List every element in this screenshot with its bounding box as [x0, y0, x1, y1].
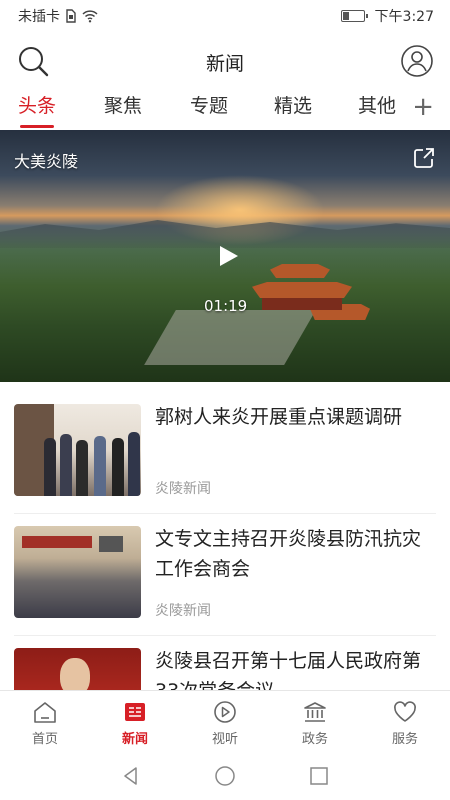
- tab-toutiao[interactable]: 头条: [18, 88, 56, 130]
- hero-temple: [250, 260, 370, 330]
- carrier-label: 未插卡: [18, 9, 60, 25]
- page-title: 新闻: [205, 52, 244, 75]
- nav-label: 首页: [31, 732, 58, 747]
- news-source: 炎陵新闻: [155, 603, 211, 619]
- news-icon: [125, 703, 145, 721]
- news-title: 文专文主持召开炎陵县防汛抗灾工作会商会: [155, 528, 422, 580]
- recents-icon[interactable]: [308, 765, 330, 787]
- category-tabs: 头条 聚焦 专题 精选 其他 +: [0, 88, 450, 130]
- search-icon[interactable]: [16, 44, 50, 78]
- nav-video[interactable]: 视听: [180, 691, 270, 752]
- video-duration: 01:19: [204, 297, 248, 315]
- nav-label: 新闻: [121, 732, 148, 747]
- tab-jingxuan[interactable]: 精选: [274, 88, 312, 130]
- status-left: 未插卡: [18, 6, 98, 26]
- government-icon: [304, 702, 326, 722]
- nav-label: 服务: [391, 732, 418, 747]
- bottom-nav: 首页 新闻 视听 政务 服务: [0, 690, 450, 752]
- news-thumbnail: [14, 404, 141, 496]
- home-icon: [34, 702, 56, 723]
- play-circle-icon: [214, 701, 236, 723]
- list-item[interactable]: 郭树人来炎开展重点课题调研 炎陵新闻: [14, 392, 436, 514]
- tab-qita[interactable]: 其他: [358, 88, 396, 130]
- back-icon[interactable]: [120, 765, 142, 787]
- hero-mountain-range: [0, 220, 450, 248]
- nav-news[interactable]: 新闻: [90, 691, 180, 752]
- hero-video[interactable]: 大美炎陵 01:19: [0, 130, 450, 382]
- home-circle-icon[interactable]: [214, 765, 236, 787]
- system-nav-bar: [0, 752, 450, 800]
- news-title: 郭树人来炎开展重点课题调研: [155, 406, 403, 428]
- app-header: 新闻: [0, 40, 450, 84]
- sim-icon: [66, 9, 76, 23]
- nav-label: 政务: [301, 732, 328, 747]
- nav-label: 视听: [211, 732, 238, 747]
- play-icon[interactable]: [216, 244, 240, 268]
- add-tab-button[interactable]: +: [412, 94, 434, 120]
- news-source: 炎陵新闻: [155, 481, 211, 497]
- battery-icon: [340, 10, 368, 22]
- share-icon[interactable]: [412, 146, 436, 170]
- user-avatar-icon[interactable]: [400, 44, 434, 78]
- tab-jujiao[interactable]: 聚焦: [104, 88, 142, 130]
- status-bar: 未插卡 下午3:27: [0, 0, 450, 32]
- nav-home[interactable]: 首页: [0, 691, 90, 752]
- status-right: 下午3:27: [340, 6, 434, 26]
- wifi-icon: [82, 10, 98, 23]
- hero-title: 大美炎陵: [14, 152, 79, 171]
- news-thumbnail: [14, 526, 141, 618]
- heart-icon: [394, 701, 416, 722]
- tab-zhuanti[interactable]: 专题: [190, 88, 228, 130]
- list-item[interactable]: 文专文主持召开炎陵县防汛抗灾工作会商会 炎陵新闻: [14, 514, 436, 636]
- clock: 下午3:27: [374, 9, 434, 25]
- nav-government[interactable]: 政务: [270, 691, 360, 752]
- nav-service[interactable]: 服务: [360, 691, 450, 752]
